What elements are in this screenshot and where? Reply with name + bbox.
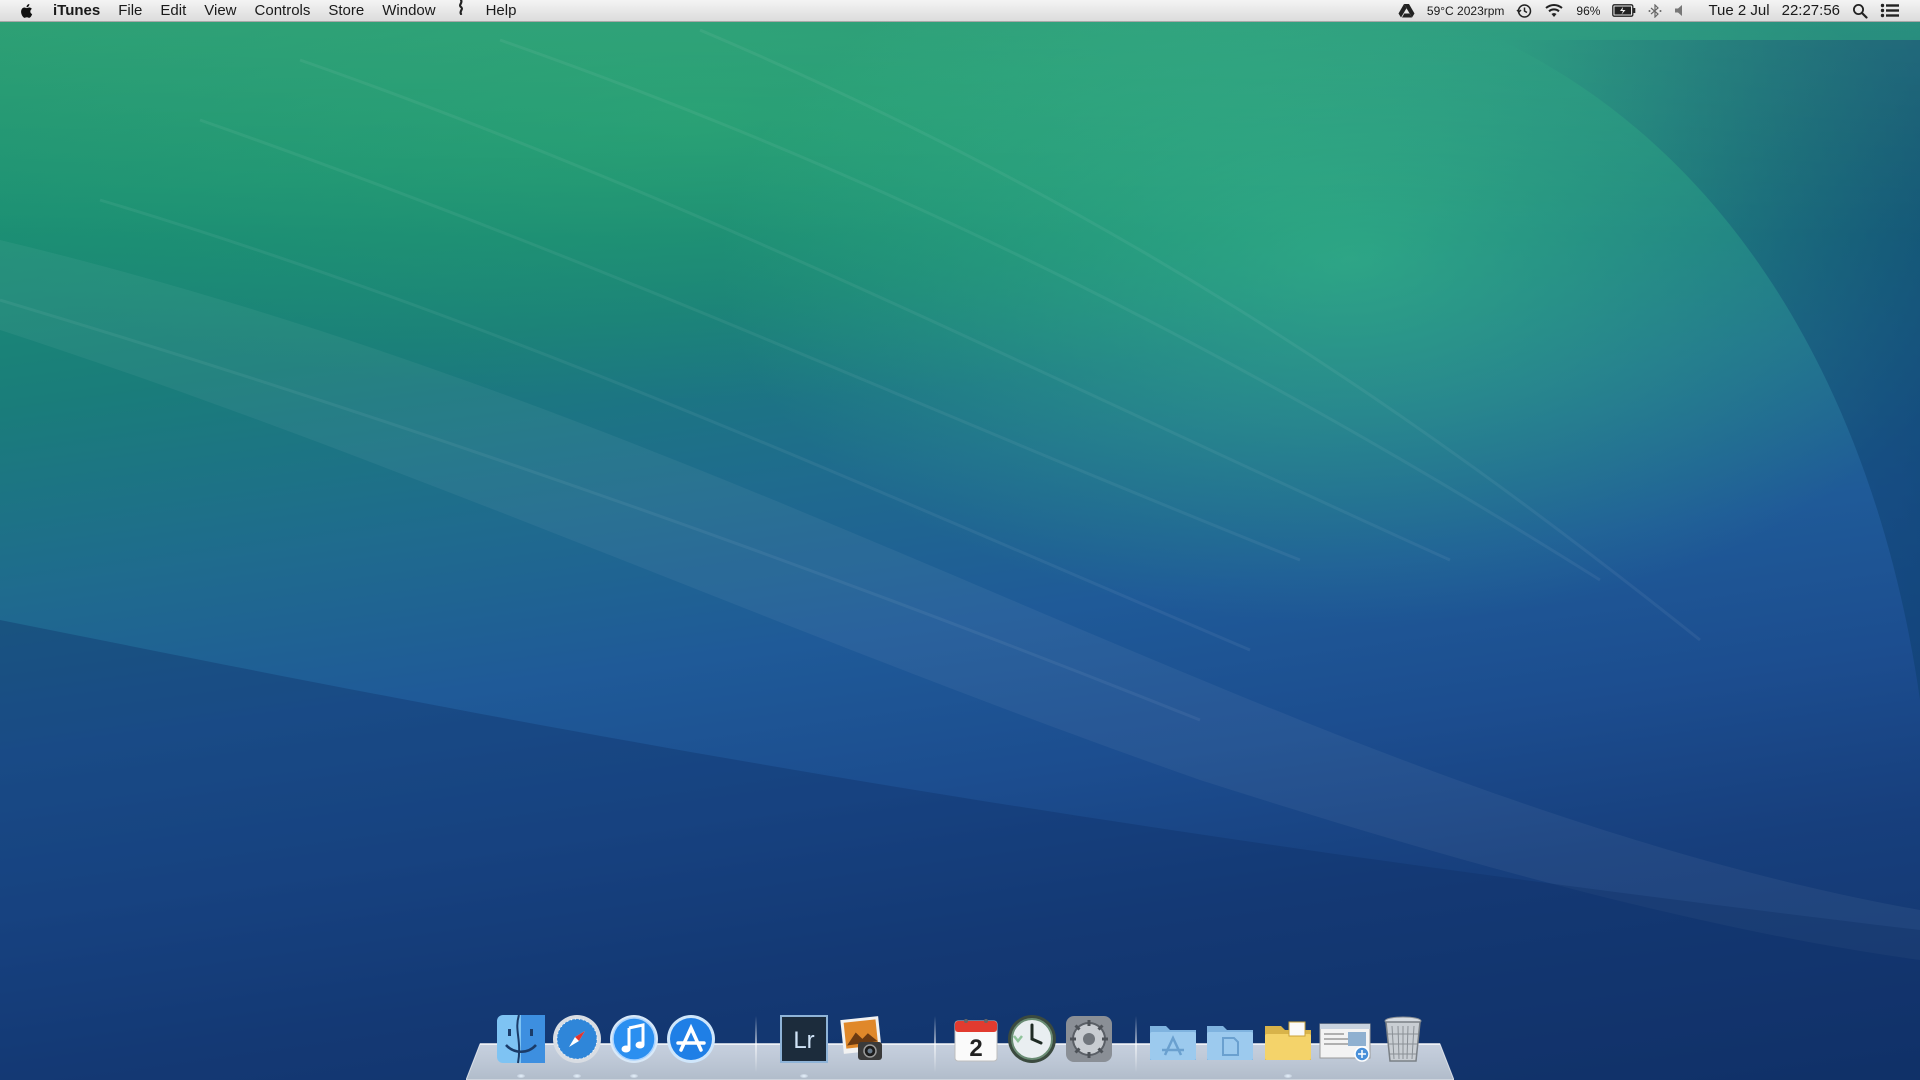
menu-file[interactable]: File — [109, 0, 151, 22]
system-preferences-icon[interactable] — [1062, 1012, 1116, 1066]
lightroom-running-indicator — [800, 1074, 808, 1078]
menu-bar: iTunes File Edit View Controls Store Win… — [0, 0, 1920, 22]
clock-date[interactable]: Tue 2 Jul — [1692, 0, 1775, 22]
safari-running-indicator — [573, 1074, 581, 1078]
document-stack-icon[interactable] — [1318, 1012, 1372, 1066]
menu-view[interactable]: View — [195, 0, 245, 22]
bluetooth-status[interactable] — [1642, 3, 1668, 18]
menu-edit[interactable]: Edit — [151, 0, 195, 22]
google-drive-icon — [1398, 4, 1415, 18]
wifi-status[interactable] — [1538, 3, 1570, 18]
apple-logo-icon[interactable] — [18, 2, 36, 20]
downloads-folder-icon[interactable] — [1261, 1012, 1315, 1066]
volume-icon — [1675, 5, 1683, 16]
finder-running-indicator — [517, 1074, 525, 1078]
iphoto-icon[interactable] — [834, 1012, 888, 1066]
itunes-running-indicator — [630, 1074, 638, 1078]
spotlight-search-icon — [1853, 3, 1868, 19]
script-menu[interactable] — [445, 0, 477, 22]
temperature-readout[interactable]: 59°C 2023rpm — [1421, 0, 1511, 22]
documents-folder-icon[interactable] — [1203, 1012, 1257, 1066]
finder-icon[interactable] — [494, 1012, 548, 1066]
wifi-icon — [1545, 4, 1564, 17]
time-machine-icon — [1516, 3, 1532, 18]
svg-text:Lr: Lr — [793, 1027, 814, 1054]
battery-percent[interactable]: 96% — [1570, 0, 1606, 22]
google-drive-status[interactable] — [1392, 3, 1421, 18]
time-machine-status[interactable] — [1510, 3, 1538, 19]
spotlight-button[interactable] — [1846, 3, 1874, 19]
menu-controls[interactable]: Controls — [246, 0, 320, 22]
calendar-icon[interactable]: 2 — [949, 1012, 1003, 1066]
notification-center-icon — [1880, 3, 1899, 18]
dock-separator — [1135, 1016, 1137, 1072]
svg-text:2: 2 — [969, 1035, 982, 1062]
bluetooth-icon — [1648, 3, 1662, 18]
app-store-icon[interactable] — [664, 1012, 718, 1066]
safari-icon[interactable] — [550, 1012, 604, 1066]
volume-status[interactable] — [1668, 4, 1692, 17]
clock-time[interactable]: 22:27:56 — [1776, 0, 1846, 22]
menu-help[interactable]: Help — [477, 0, 526, 22]
battery-status[interactable] — [1606, 4, 1642, 17]
trash-icon[interactable] — [1376, 1012, 1430, 1066]
menu-store[interactable]: Store — [319, 0, 373, 22]
menu-window[interactable]: Window — [373, 0, 444, 22]
script-menu-icon — [458, 0, 463, 16]
lightroom-icon[interactable]: Lr — [777, 1012, 831, 1066]
menu-app-name[interactable]: iTunes — [44, 0, 109, 22]
time-machine-app-icon[interactable] — [1005, 1012, 1059, 1066]
itunes-icon[interactable] — [607, 1012, 661, 1066]
dock-separator — [934, 1016, 936, 1072]
dock-separator — [755, 1016, 757, 1072]
battery-icon — [1612, 4, 1636, 17]
applications-folder-icon[interactable] — [1146, 1012, 1200, 1066]
downloads-indicator — [1284, 1074, 1292, 1078]
wave-texture — [0, 0, 1920, 1080]
desktop-wallpaper — [0, 0, 1920, 1080]
notification-center-button[interactable] — [1874, 3, 1906, 18]
